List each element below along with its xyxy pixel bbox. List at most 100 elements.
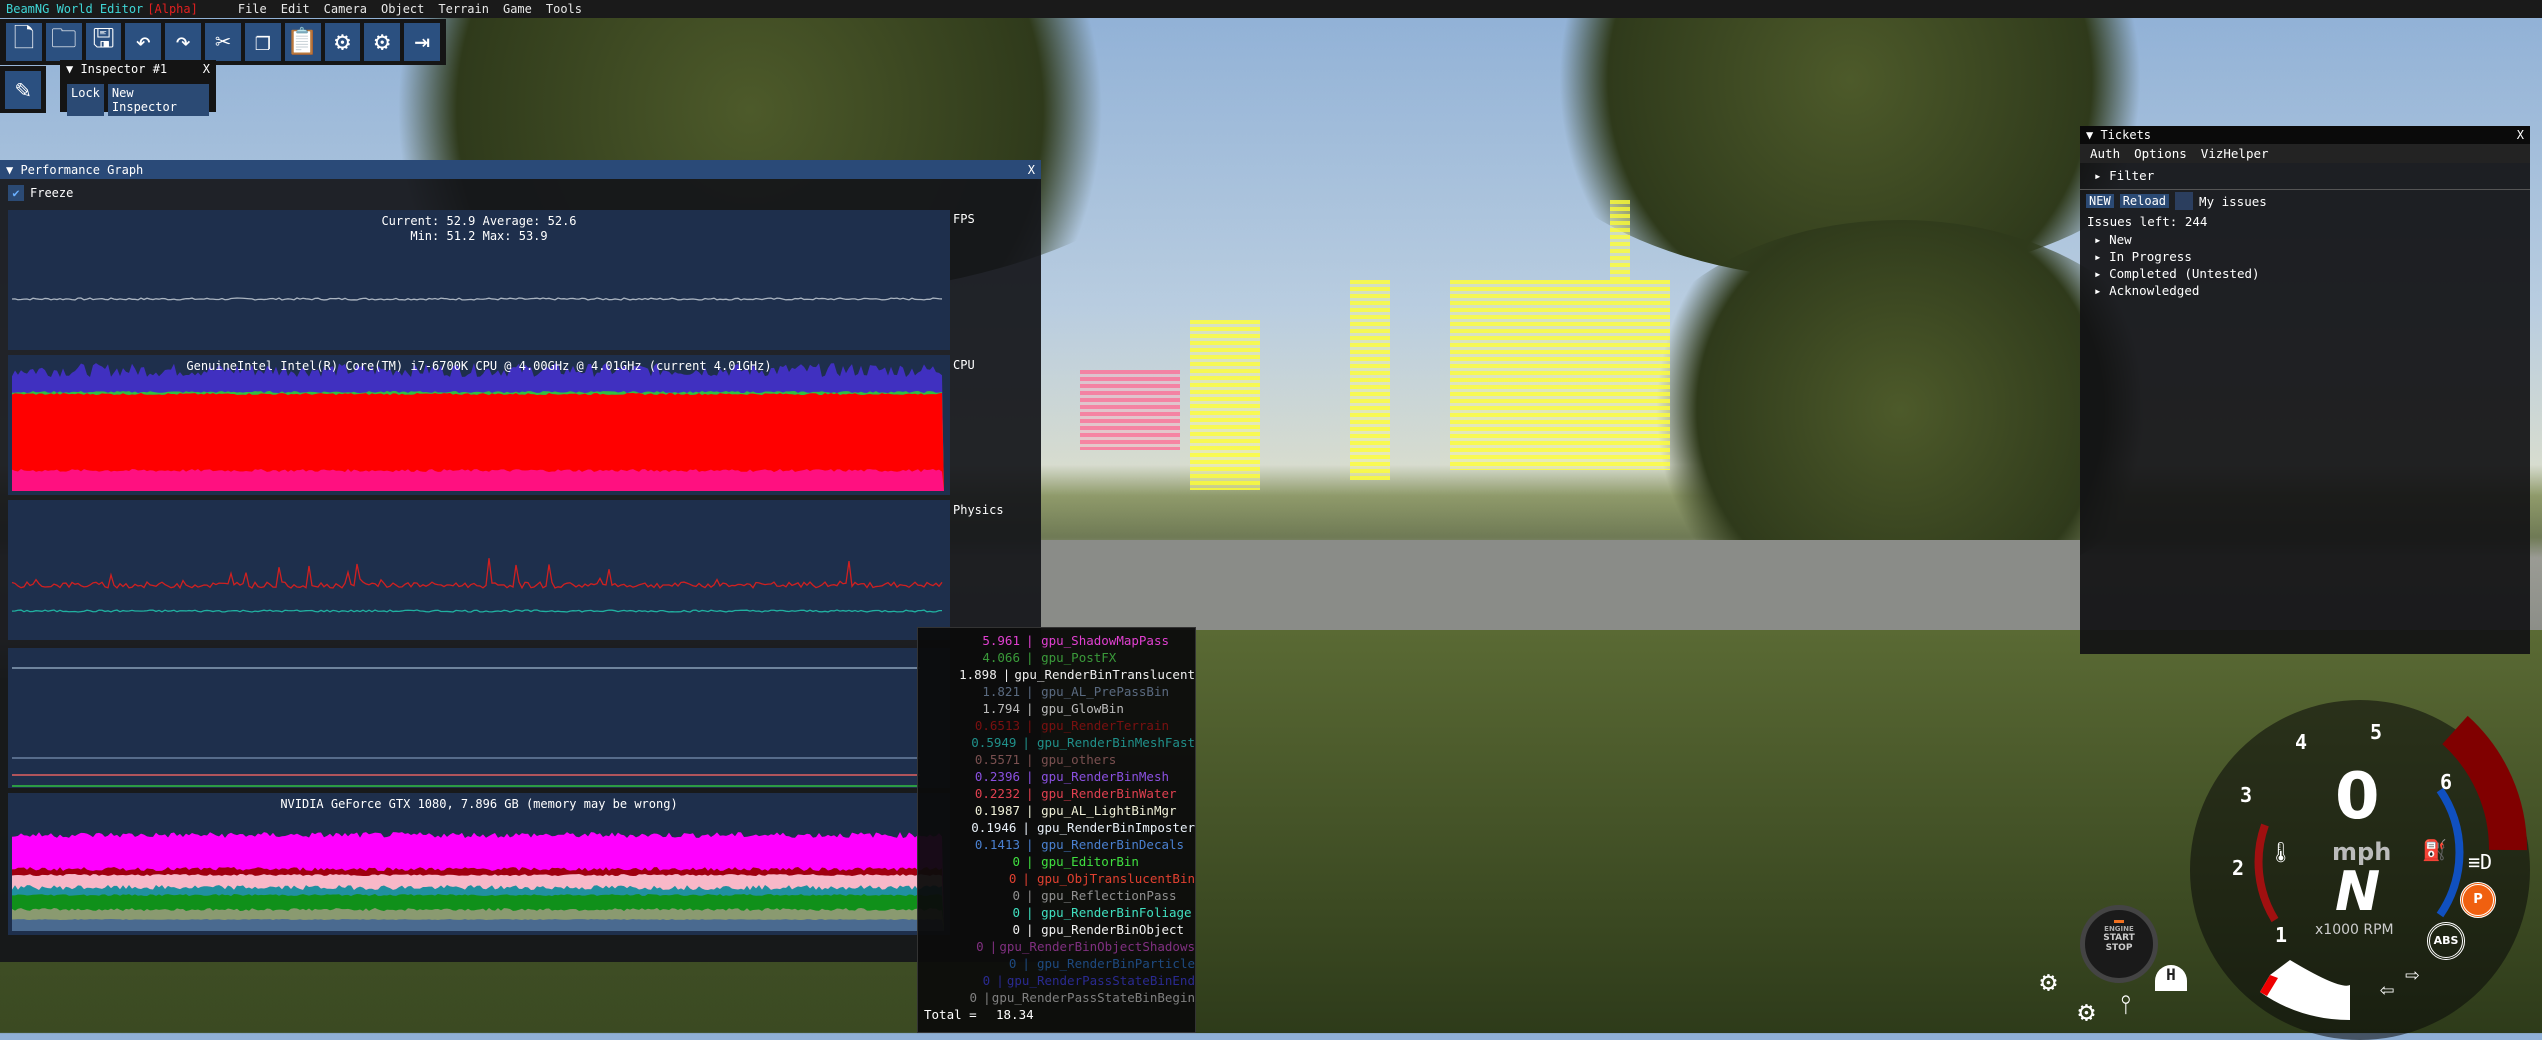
expand-triangle-icon: ▸ bbox=[2094, 249, 2110, 264]
total-label: Total = bbox=[924, 1007, 977, 1022]
gpu-timing-name: gpu_RenderPassStateBinEnd bbox=[1006, 973, 1195, 988]
separator: | bbox=[1026, 718, 1042, 733]
my-issues-checkbox[interactable] bbox=[2175, 192, 2194, 210]
new-ticket-button[interactable]: NEW bbox=[2086, 194, 2114, 208]
cut-icon[interactable]: ✂ bbox=[205, 23, 241, 61]
turn-signal-left-icon: ⇦ bbox=[2380, 975, 2395, 1003]
debug-building bbox=[1450, 280, 1670, 470]
gpu-plot bbox=[12, 832, 944, 931]
close-icon[interactable]: X bbox=[1028, 163, 1035, 177]
physics-line-2 bbox=[11, 609, 943, 613]
separator: | bbox=[1026, 684, 1042, 699]
menu-game[interactable]: Game bbox=[503, 2, 532, 16]
gpu-timing-name: gpu_RenderBinObject bbox=[1041, 922, 1185, 937]
cpu-plot bbox=[12, 363, 944, 491]
inspector-title: Inspector #1 bbox=[80, 62, 168, 76]
redo-icon[interactable]: ↷ bbox=[165, 23, 202, 61]
separator: | bbox=[1026, 905, 1042, 920]
gpu-timing-name: gpu_others bbox=[1041, 752, 1117, 767]
menu-options[interactable]: Options bbox=[2134, 146, 2187, 161]
menu-edit[interactable]: Edit bbox=[281, 2, 310, 16]
gpu-timing-value: 0.2232 bbox=[974, 786, 1020, 801]
gpu-timing-name: gpu_RenderBinFoliage bbox=[1041, 905, 1192, 920]
menu-bar: BeamNG World Editor [Alpha] File Edit Ca… bbox=[0, 0, 2542, 18]
separator: | bbox=[989, 939, 998, 971]
pencil-icon[interactable]: ✎ bbox=[5, 71, 41, 109]
start-label: START bbox=[2103, 933, 2135, 943]
gpu-timing-name: gpu_RenderBinTranslucent bbox=[1014, 667, 1195, 682]
gpu-timing-name: gpu_RenderBinMesh bbox=[1041, 769, 1169, 784]
gpu-timing-row: 5.961 | gpu_ShadowMapPass bbox=[918, 632, 1195, 649]
ticket-group[interactable]: ▸ Completed (Untested) bbox=[2080, 265, 2530, 282]
gpu-timing-value: 0 bbox=[982, 973, 991, 988]
expand-triangle-icon: ▸ bbox=[2094, 283, 2110, 298]
gpu-timing-name: gpu_PostFX bbox=[1041, 650, 1117, 665]
abs-icon: ABS bbox=[2427, 922, 2465, 960]
separator: | bbox=[1022, 820, 1030, 852]
menu-tools[interactable]: Tools bbox=[546, 2, 582, 16]
ticket-group[interactable]: ▸ Acknowledged bbox=[2080, 282, 2530, 299]
menu-vizhelper[interactable]: VizHelper bbox=[2201, 146, 2269, 161]
gpu-timing-row: 0.5571 | gpu_others bbox=[918, 751, 1195, 768]
menu-file[interactable]: File bbox=[238, 2, 267, 16]
separator: | bbox=[1026, 701, 1042, 716]
settings-gear-icon[interactable]: ⚙ bbox=[324, 23, 361, 61]
menu-terrain[interactable]: Terrain bbox=[438, 2, 489, 16]
separator: | bbox=[1026, 803, 1042, 818]
menu-object[interactable]: Object bbox=[381, 2, 424, 16]
menu-camera[interactable]: Camera bbox=[324, 2, 367, 16]
physics-label: Physics bbox=[953, 503, 1004, 517]
ticket-group[interactable]: ▸ In Progress bbox=[2080, 248, 2530, 265]
perf-header[interactable]: ▼ Performance Graph X bbox=[0, 160, 1041, 179]
fps-label: FPS bbox=[953, 212, 975, 226]
gpu-timing-row: 0 | gpu_RenderBinObject bbox=[918, 921, 1195, 938]
debug-building bbox=[1350, 280, 1390, 480]
new-inspector-button[interactable]: New Inspector bbox=[107, 84, 209, 116]
ticket-group[interactable]: ▸ New bbox=[2080, 231, 2530, 248]
lines-plot bbox=[12, 667, 920, 787]
inspector-header[interactable]: ▼ Inspector #1 X bbox=[60, 60, 216, 78]
speed-value: 0 bbox=[2335, 760, 2380, 834]
gpu-timing-value: 0.1987 bbox=[974, 803, 1020, 818]
preferences-gear-icon[interactable]: ⚙ bbox=[364, 23, 401, 61]
engine-start-stop-button[interactable]: ENGINE START STOP bbox=[2080, 905, 2158, 983]
menu-auth[interactable]: Auth bbox=[2090, 146, 2120, 161]
gpu-timing-name: gpu_AL_PrePassBin bbox=[1041, 684, 1169, 699]
new-file-icon[interactable]: 🗋 bbox=[6, 23, 42, 61]
gpu-timing-value: 0 bbox=[976, 939, 984, 954]
gpu-timing-value: 1.821 bbox=[982, 684, 1020, 699]
separator: | bbox=[1026, 888, 1042, 903]
gpu-timing-row: 0 | gpu_RenderPassStateBinEnd bbox=[918, 972, 1195, 989]
filter-toggle[interactable]: ▸ Filter bbox=[2080, 167, 2530, 190]
inspector-window: ▼ Inspector #1 X Lock New Inspector bbox=[60, 60, 216, 116]
open-folder-icon[interactable]: 🗀 bbox=[45, 23, 82, 61]
gpu-timing-value: 0.1413 bbox=[974, 837, 1020, 852]
expand-triangle-icon: ▸ bbox=[2094, 168, 2110, 183]
rpm-tick-5: 5 bbox=[2370, 720, 2383, 744]
gpu-timing-value: 0 bbox=[1008, 956, 1017, 971]
close-icon[interactable]: X bbox=[2517, 128, 2524, 142]
gpu-timing-value: 0.5949 bbox=[971, 735, 1017, 750]
gpu-timing-row: 0 | gpu_RenderBinParticle bbox=[918, 955, 1195, 972]
tickets-header[interactable]: ▼ Tickets X bbox=[2080, 126, 2530, 144]
collapse-triangle-icon[interactable]: ▼ bbox=[2086, 128, 2100, 142]
lock-button[interactable]: Lock bbox=[67, 84, 104, 116]
copy-icon[interactable]: ❐ bbox=[244, 23, 281, 61]
freeze-checkbox[interactable]: ✔ bbox=[8, 185, 24, 201]
gpu-timing-row: 1.898 | gpu_RenderBinTranslucent bbox=[918, 666, 1195, 683]
collapse-triangle-icon[interactable]: ▼ bbox=[66, 62, 80, 76]
ticket-group-label: In Progress bbox=[2109, 249, 2192, 264]
collapse-triangle-icon[interactable]: ▼ bbox=[6, 163, 20, 177]
exit-icon[interactable]: ⇥ bbox=[404, 23, 440, 61]
gpu-timing-name: gpu_EditorBin bbox=[1041, 854, 1139, 869]
cpu-graph: GenuineIntel Intel(R) Core(TM) i7-6700K … bbox=[8, 355, 950, 495]
gpu-timing-row: 0 | gpu_RenderBinObjectShadows bbox=[918, 938, 1195, 955]
paste-icon[interactable]: 📋 bbox=[284, 23, 321, 61]
cpu-band-pink bbox=[12, 469, 944, 491]
transmission-icon: ⫯ bbox=[2120, 990, 2132, 1020]
save-icon[interactable]: 🖫 bbox=[85, 23, 122, 61]
close-icon[interactable]: X bbox=[203, 62, 210, 76]
reload-button[interactable]: Reload bbox=[2119, 194, 2170, 208]
gpu-timing-row: 1.794 | gpu_GlowBin bbox=[918, 700, 1195, 717]
undo-icon[interactable]: ↶ bbox=[125, 23, 162, 61]
